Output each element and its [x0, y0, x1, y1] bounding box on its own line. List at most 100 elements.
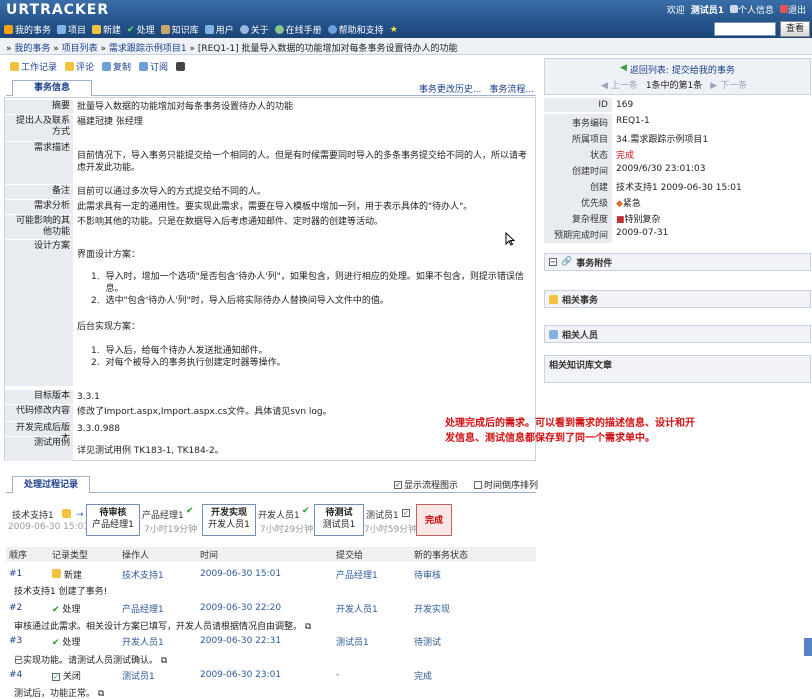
show-flow-checkbox[interactable]: ✓ 显示流程图示 [394, 478, 458, 491]
prev-button[interactable]: ◀ 上一条 [601, 78, 638, 91]
section-attachments[interactable]: − 🔗 事务附件 [544, 253, 811, 271]
comment-button[interactable]: 评论 [65, 60, 94, 73]
record-number-link[interactable]: #3 [6, 636, 52, 646]
users-icon [204, 25, 214, 34]
prev-icon: ◀ [601, 81, 608, 91]
tab-links: 事务更改历史... 事务流程... [419, 82, 534, 95]
workflow-link[interactable]: 事务流程... [489, 82, 534, 95]
breadcrumb: » 我的事务 » 项目列表 » 需求跟踪示例项目1 » [REQ1-1] 批量导… [0, 38, 812, 55]
table-row: #2 ✔ 处理 产品经理1 2009-06-30 22:20 开发人员1 开发实… [6, 601, 536, 615]
table-row: #4 ✓ 关闭 测试员1 2009-06-30 23:01 - 完成 [6, 668, 536, 682]
copy-icon[interactable]: ⧉ [98, 689, 104, 699]
next-button[interactable]: ▶ 下一条 [710, 78, 747, 91]
record-note: 已实现功能。请测试人员测试确认。 ⧉ [14, 656, 168, 666]
collapse-icon[interactable]: − [549, 258, 557, 266]
check-icon: ✔ [52, 637, 60, 648]
nav-knowledge[interactable]: 知识库 [160, 23, 199, 36]
nav-about[interactable]: 关于 [239, 23, 269, 36]
new-record-icon [52, 568, 61, 578]
prop-id: ID 169 [544, 98, 811, 112]
scroll-handle[interactable] [804, 638, 812, 656]
prop-due-date: 预期完成时间 2009-07-31 [544, 226, 811, 243]
breadcrumb-project-list[interactable]: 项目列表 [62, 44, 98, 54]
closed-icon: ✓ [52, 672, 60, 681]
nav-projects[interactable]: 项目 [57, 23, 86, 36]
tab-issue-info[interactable]: 事务信息 [12, 80, 92, 96]
flow-step-test: 待测试 测试员1 [314, 504, 364, 536]
new-record-icon [62, 509, 71, 518]
section-related-kb[interactable]: 相关知识库文章 [544, 355, 811, 383]
copy-button[interactable]: 复制 [102, 60, 131, 73]
nav-users[interactable]: 用户 [204, 23, 234, 36]
annotation-text: 处理完成后的需求。可以看到需求的描述信息、设计和开发信息、测试信息都保存到了同一… [445, 418, 695, 444]
table-row: #3 ✔ 处理 开发人员1 2009-06-30 22:31 测试员1 待测试 [6, 634, 536, 648]
next-icon: ▶ [710, 81, 718, 91]
logout-link[interactable]: 退出 [779, 3, 806, 16]
main-nav: 我的事务 项目 新建 ✔ 处理 知识库 用户 关于 在线手册 帮助和支持 ★ [4, 23, 398, 36]
flow-step-done: 完成 [416, 504, 452, 536]
field-target-version: 目标版本 3.3.1 [5, 390, 535, 404]
nav-help[interactable]: 帮助和支持 [327, 23, 384, 36]
section-related-people[interactable]: 相关人员 [544, 325, 811, 343]
record-number-link[interactable]: #1 [6, 569, 52, 579]
related-issues-icon [549, 294, 558, 304]
section-related-issues[interactable]: 相关事务 [544, 290, 811, 308]
copy-icon[interactable]: ⧉ [161, 656, 167, 666]
prop-complexity: 复杂程度 ■特别复杂 [544, 210, 811, 227]
flow-step-review-user: 产品经理1 [142, 511, 184, 521]
top-bar: URTRACKER 我的事务 项目 新建 ✔ 处理 知识库 用户 关于 在线手册 … [0, 0, 812, 38]
book-icon [160, 25, 170, 34]
print-button[interactable] [176, 60, 186, 73]
field-submitter: 提出人及联系方式 福建冠捷 张经理 [5, 115, 535, 141]
breadcrumb-my-tasks[interactable]: 我的事务 [14, 44, 50, 54]
subscribe-button[interactable]: 订阅 [139, 60, 168, 73]
app-logo: URTRACKER [6, 2, 110, 18]
process-tabs: 处理过程记录 ✓ 显示流程图示 时间倒序排列 [6, 476, 538, 493]
flow-step-test-user: 测试员1 [366, 511, 399, 521]
logout-icon [779, 5, 788, 13]
nav-new[interactable]: 新建 [92, 23, 121, 36]
worklog-button[interactable]: 工作记录 [10, 60, 57, 73]
people-icon [549, 329, 558, 339]
info-icon [239, 25, 249, 34]
prop-project: 所属项目 34.需求跟踪示例项目1 [544, 130, 811, 147]
check-icon: ✔ [302, 506, 310, 516]
profile-link[interactable]: 个人信息 [729, 3, 774, 16]
complexity-icon: ■ [616, 215, 625, 225]
table-row: #1 新建 技术支持1 2009-06-30 15:01 产品经理1 待审核 [6, 567, 536, 581]
check-icon: ✔ [127, 24, 135, 35]
nav-my-tasks[interactable]: 我的事务 [4, 23, 51, 36]
subscribe-icon [139, 62, 149, 71]
flow-step-develop-user: 开发人员1 [258, 511, 300, 521]
time-order-checkbox[interactable]: 时间倒序排列 [474, 478, 538, 491]
nav-process[interactable]: ✔ 处理 [127, 23, 155, 37]
detail-tabs: 事务信息 事务更改历史... 事务流程... [6, 80, 536, 96]
mouse-cursor-icon [505, 232, 515, 246]
manual-icon [274, 25, 284, 34]
record-note: 测试后，功能正常。 ⧉ [14, 689, 105, 699]
search-button[interactable]: 查看 [780, 21, 810, 37]
flow-step-review: 待审核 产品经理1 [86, 504, 140, 536]
record-number-link[interactable]: #4 [6, 670, 52, 680]
comment-icon [65, 62, 75, 71]
flow-step-review-duration: 7小时19分钟 [144, 525, 198, 535]
field-analysis: 需求分析 此需求具有一定的通用性。要实现此需求，需要在导入模板中增加一列，用于表示… [5, 200, 535, 214]
history-link[interactable]: 事务更改历史... [419, 82, 482, 95]
field-summary: 摘要 批量导入数据的功能增加对每条事务设置待办人的功能 [5, 100, 535, 114]
breadcrumb-project[interactable]: 需求跟踪示例项目1 [109, 44, 187, 54]
flow-step-develop-duration: 7小时29分钟 [260, 525, 314, 535]
star-icon[interactable]: ★ [390, 23, 398, 36]
nav-manual[interactable]: 在线手册 [274, 23, 322, 36]
tab-process-records[interactable]: 处理过程记录 [12, 476, 90, 493]
breadcrumb-current: [REQ1-1] 批量导入数据的功能增加对每条事务设置待办人的功能 [197, 44, 458, 54]
record-note: 审核通过此需求。相关设计方案已填写，开发人员请根据情况自由调整。 ⧉ [14, 622, 312, 632]
search-input[interactable] [714, 22, 776, 36]
record-number-link[interactable]: #2 [6, 603, 52, 613]
copy-icon[interactable]: ⧉ [305, 622, 311, 632]
field-design: 设计方案 界面设计方案： 1. 导入时，增加一个选项"是否包含'待办人'列"，如果… [5, 240, 535, 386]
prop-priority: 优先级 ◆紧急 [544, 194, 811, 211]
worklog-icon [10, 62, 19, 71]
field-description: 需求描述 目前情况下，导入事务只能提交给一个相同的人。但是有时候需要同时导入的多条… [5, 142, 535, 184]
back-to-list-link[interactable]: 返回列表: 提交给我的事务 [630, 63, 735, 76]
closed-icon: ✓ [402, 509, 410, 517]
